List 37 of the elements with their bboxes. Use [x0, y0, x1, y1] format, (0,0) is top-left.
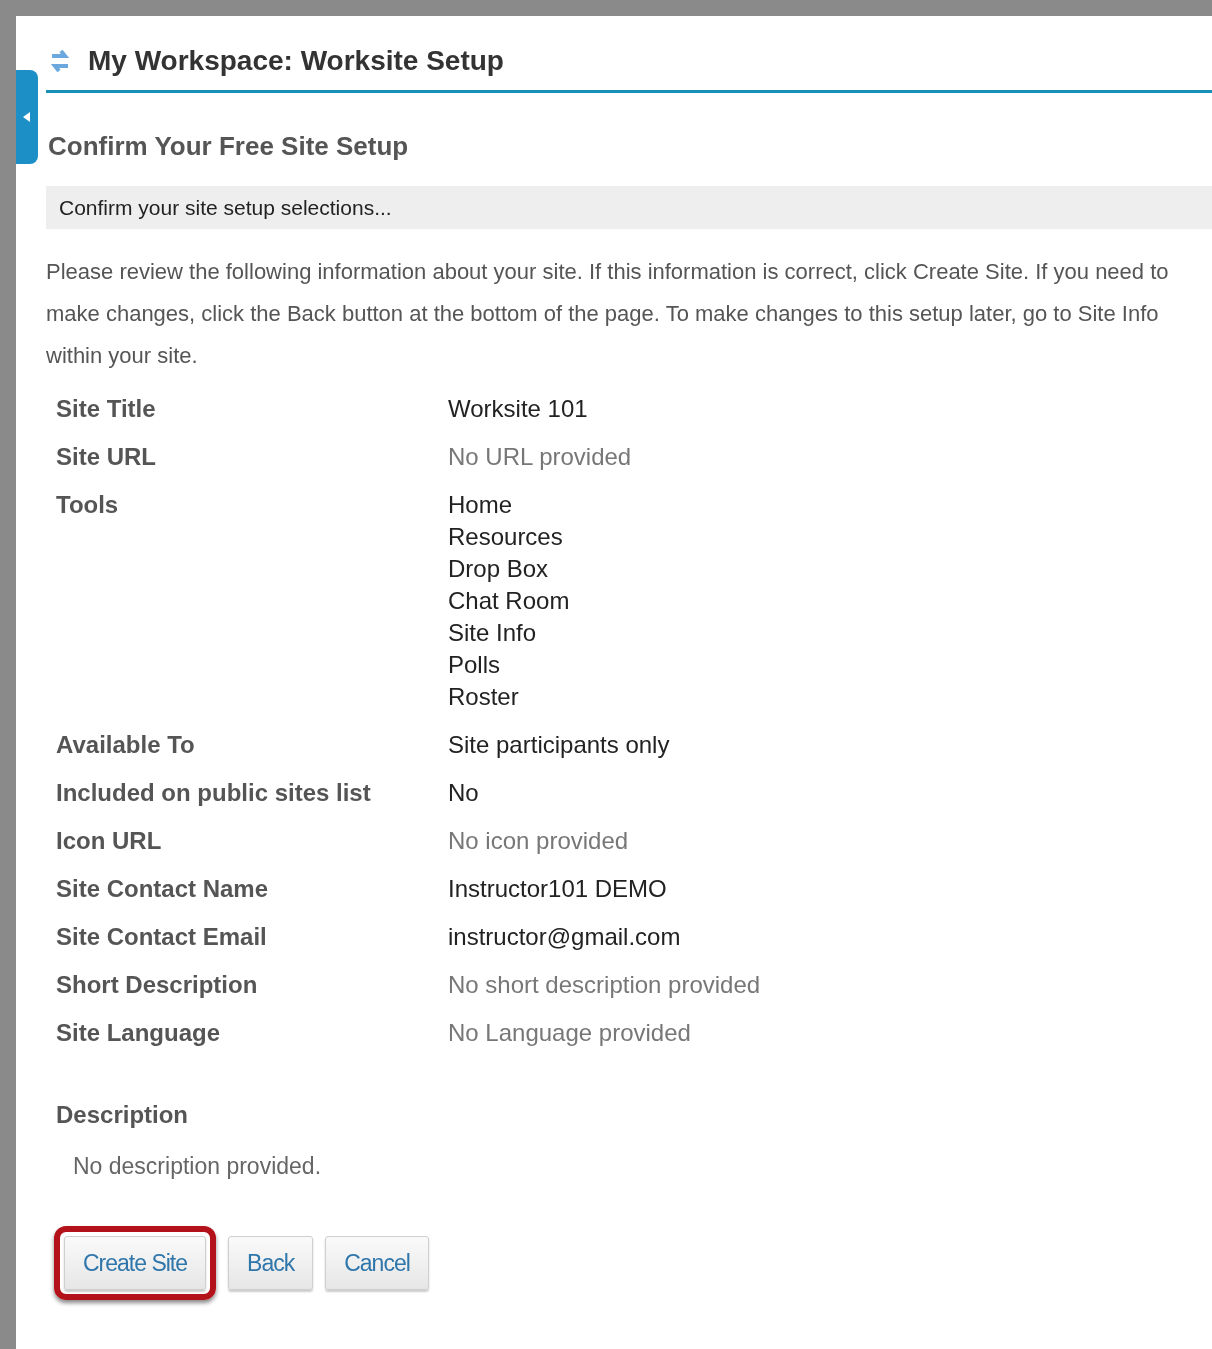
field-value: Home [448, 490, 514, 521]
field-value: Drop Box [448, 554, 550, 585]
action-button[interactable]: Back [228, 1235, 314, 1291]
field-value: No description provided. [73, 1152, 323, 1182]
instruction-bar: Confirm your site setup selections... [46, 185, 1212, 230]
field-value: No Language provided [448, 1018, 692, 1049]
field-label: Site Contact Name [56, 874, 270, 905]
field-label: Short Description [56, 970, 259, 1001]
field-value: Worksite 101 [448, 394, 589, 425]
field-value: Polls [448, 650, 502, 681]
field-label: Description [56, 1100, 190, 1131]
field-label: Available To [56, 730, 196, 761]
field-value: No URL provided [448, 442, 633, 473]
page-title: My Workspace: Worksite Setup [88, 44, 504, 78]
intro-paragraph: Please review the following information about your site. If this information is correct, click Create Site. If you need to make changes, click the Back button at the bottom of the page. To make changes to this setup later, go to Site Info within your site. [46, 258, 1170, 371]
field-value: No icon provided [448, 826, 630, 857]
field-value: Resources [448, 522, 564, 553]
action-button[interactable]: Create Site [64, 1235, 207, 1291]
field-value: Roster [448, 682, 520, 713]
field-label: Site Language [56, 1018, 222, 1049]
field-value: Site Info [448, 618, 538, 649]
field-label: Tools [56, 490, 120, 521]
field-value: instructor@gmail.com [448, 922, 682, 953]
field-label: Site Title [56, 394, 157, 425]
caret-icon [23, 112, 31, 122]
action-button[interactable]: Cancel [325, 1235, 429, 1291]
field-label: Icon URL [56, 826, 163, 857]
field-value: Instructor101 DEMO [448, 874, 668, 905]
field-value: Chat Room [448, 586, 571, 617]
field-label: Included on public sites list [56, 778, 372, 809]
field-label: Site URL [56, 442, 157, 473]
sidebar-toggle[interactable] [16, 70, 38, 164]
field-value: No short description provided [448, 970, 762, 1001]
field-value: Site participants only [448, 730, 671, 761]
field-label: Site Contact Email [56, 922, 268, 953]
section-title: Confirm Your Free Site Setup [48, 129, 410, 163]
field-value: No [448, 778, 480, 809]
